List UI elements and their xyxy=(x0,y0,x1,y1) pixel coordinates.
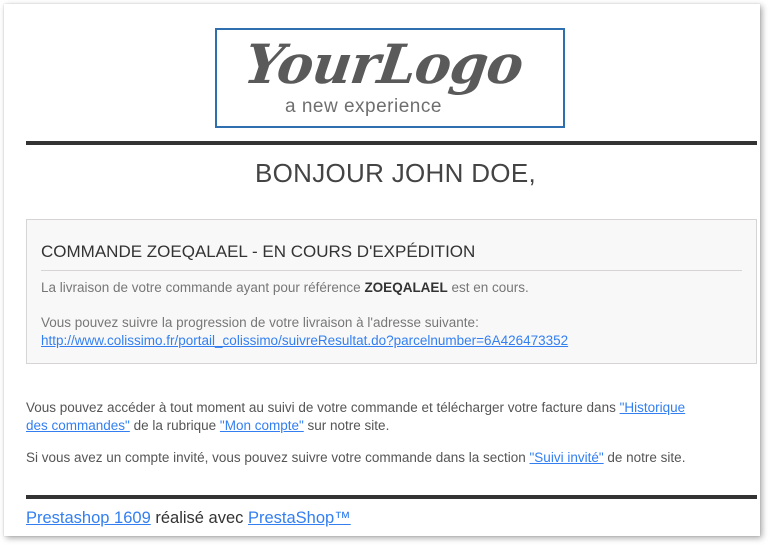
delivery-text-end: est en cours. xyxy=(447,280,529,295)
email-frame: YourLogo a new experience BONJOUR JOHN D… xyxy=(4,4,760,536)
header-divider xyxy=(26,141,757,145)
history-text-a: Vous pouvez accéder à tout moment au sui… xyxy=(26,400,620,415)
logo-tagline: a new experience xyxy=(285,96,442,117)
panel-divider xyxy=(41,270,742,271)
guest-text-b: de notre site. xyxy=(603,450,686,465)
delivery-status-text: La livraison de votre commande ayant pou… xyxy=(41,280,529,295)
footer-divider xyxy=(26,495,757,499)
shop-logo[interactable]: YourLogo a new experience xyxy=(215,28,565,128)
order-reference: ZOEQALAEL xyxy=(364,280,448,295)
order-status-panel: COMMANDE ZOEQALAEL - EN COURS D'EXPÉDITI… xyxy=(26,219,757,364)
delivery-text-start: La livraison de votre commande ayant pou… xyxy=(41,280,365,295)
footer-text: réalisé avec xyxy=(150,509,248,527)
order-status-title: COMMANDE ZOEQALAEL - EN COURS D'EXPÉDITI… xyxy=(41,242,476,261)
my-account-link[interactable]: "Mon compte" xyxy=(220,418,304,433)
history-paragraph: Vous pouvez accéder à tout moment au sui… xyxy=(26,399,751,435)
email-footer: Prestashop 1609 réalisé avec PrestaShop™ xyxy=(26,509,351,528)
logo-script-text: YourLogo xyxy=(240,32,527,96)
shop-name-link[interactable]: Prestashop 1609 xyxy=(26,509,151,527)
history-text-c: sur notre site. xyxy=(303,418,390,433)
tracking-link[interactable]: http://www.colissimo.fr/portail_colissim… xyxy=(41,333,568,348)
guest-tracking-link[interactable]: "Suivi invité" xyxy=(530,450,604,465)
history-text-b: de la rubrique xyxy=(129,418,220,433)
prestashop-link[interactable]: PrestaShop™ xyxy=(248,509,351,527)
greeting-heading: BONJOUR JOHN DOE, xyxy=(254,158,536,188)
order-history-link-cont[interactable]: des commandes" xyxy=(26,418,130,433)
guest-paragraph: Si vous avez un compte invité, vous pouv… xyxy=(26,449,751,467)
guest-text-a: Si vous avez un compte invité, vous pouv… xyxy=(26,450,530,465)
order-history-link[interactable]: "Historique xyxy=(620,400,686,415)
tracking-intro-text: Vous pouvez suivre la progression de vot… xyxy=(41,315,479,330)
